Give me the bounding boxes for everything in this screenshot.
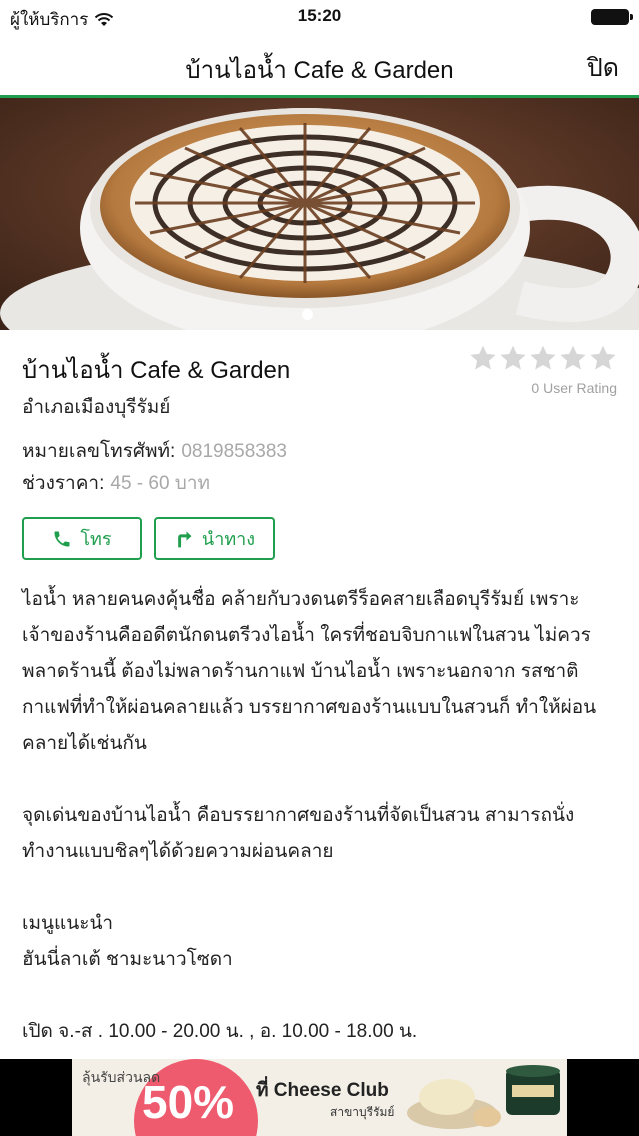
- star-icon: [590, 345, 616, 370]
- description-paragraph: ไอน้ำ หลายคนคงคุ้นชื่อ คล้ายกับวงดนตรีร็…: [22, 589, 597, 754]
- menu-items: ฮันนี่ลาเต้ ชามะนาวโซดา: [22, 949, 233, 970]
- navigate-button-label: นำทาง: [201, 529, 256, 549]
- star-icon: [470, 345, 496, 370]
- phone-icon: [54, 531, 70, 546]
- place-district: อำเภอเมืองบุรีรัมย์: [22, 397, 171, 418]
- battery-icon: [591, 9, 633, 25]
- star-icon: [530, 345, 556, 370]
- rating-stars[interactable]: [469, 344, 617, 372]
- call-button-label: โทร: [80, 529, 112, 549]
- ad-banner[interactable]: ลุ้นรับส่วนลด 50% ที่ Cheese Club สาขาบุ…: [0, 1059, 639, 1136]
- ad-discount-percent: 50%: [142, 1076, 235, 1128]
- phone-row: หมายเลขโทรศัพท์: 0819858383: [22, 436, 287, 466]
- directions-icon: [178, 531, 192, 547]
- status-bar: ผู้ให้บริการ 15:20: [0, 0, 639, 34]
- ad-branch: สาขาบุรีรัมย์: [330, 1105, 395, 1119]
- price-row: ช่วงราคา: 45 - 60 บาท: [22, 468, 210, 498]
- cheese-product-image: [407, 1065, 560, 1129]
- navigate-button[interactable]: นำทาง: [154, 517, 275, 560]
- price-value: 45 - 60 บาท: [110, 473, 211, 494]
- opening-hours: เปิด จ.-ส . 10.00 - 20.00 น. , อ. 10.00 …: [22, 1021, 418, 1042]
- menu-heading: เมนูแนะนำ: [22, 913, 114, 934]
- nav-bar: บ้านไอน้ำ Cafe & Garden ปิด: [0, 34, 639, 98]
- description: ไอน้ำ หลายคนคงคุ้นชื่อ คล้ายกับวงดนตรีร็…: [22, 582, 622, 1050]
- call-button[interactable]: โทร: [22, 517, 142, 560]
- rating-count: 0 User Rating: [531, 380, 617, 396]
- star-icon: [500, 345, 526, 370]
- carousel-page-indicator: [302, 309, 313, 320]
- price-label: ช่วงราคา:: [22, 473, 105, 494]
- place-detail: บ้านไอน้ำ Cafe & Garden อำเภอเมืองบุรีรั…: [0, 330, 639, 1060]
- star-icon: [560, 345, 586, 370]
- latte-art-image: [0, 98, 639, 330]
- nav-title: บ้านไอน้ำ Cafe & Garden: [185, 57, 454, 84]
- close-button[interactable]: ปิด: [587, 48, 619, 88]
- status-time: 15:20: [297, 6, 342, 25]
- phone-value[interactable]: 0819858383: [181, 441, 287, 462]
- description-paragraph: จุดเด่นของบ้านไอน้ำ คือบรรยากาศของร้านที…: [22, 805, 575, 862]
- ad-content[interactable]: ลุ้นรับส่วนลด 50% ที่ Cheese Club สาขาบุ…: [72, 1059, 567, 1136]
- ad-brand: ที่ Cheese Club: [256, 1080, 389, 1101]
- hero-image-carousel[interactable]: [0, 98, 639, 330]
- place-name: บ้านไอน้ำ Cafe & Garden: [22, 357, 291, 384]
- phone-label: หมายเลขโทรศัพท์:: [22, 441, 176, 462]
